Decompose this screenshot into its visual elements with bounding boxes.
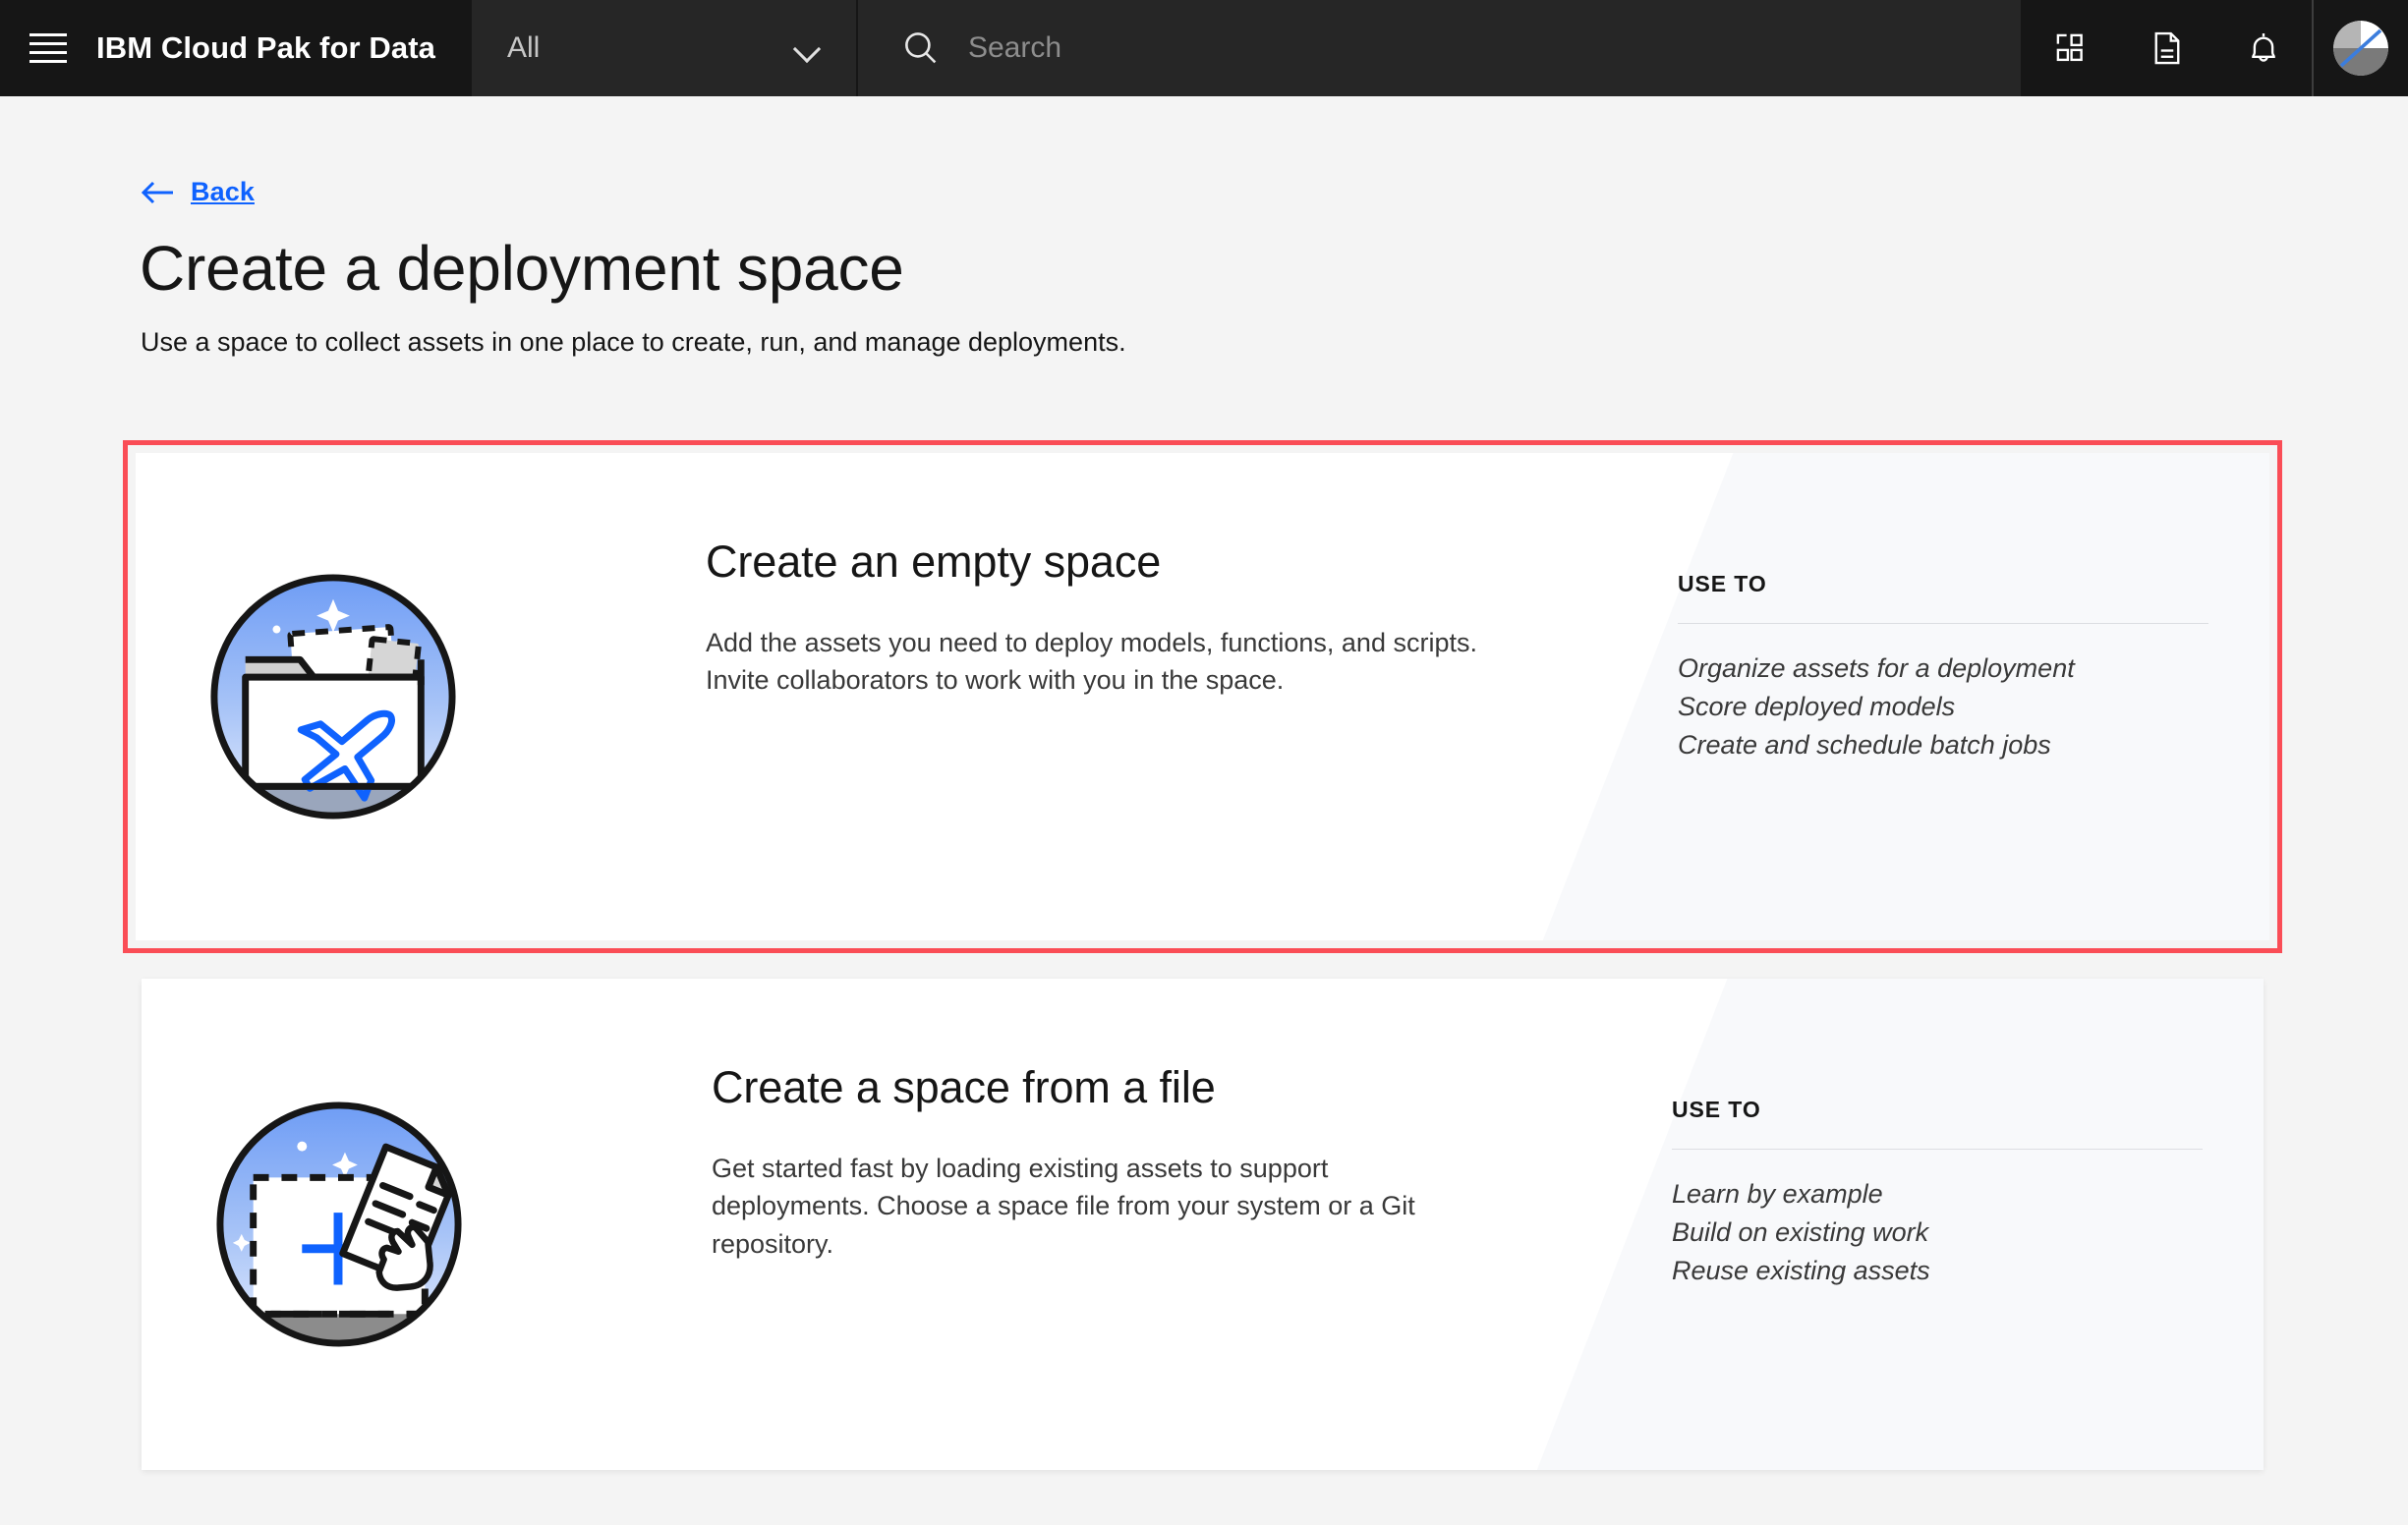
- use-to-divider: [1672, 1149, 2203, 1150]
- back-link[interactable]: Back: [141, 177, 255, 207]
- notifications-button[interactable]: [2215, 0, 2312, 96]
- search-input[interactable]: Search: [968, 31, 1061, 65]
- use-to-section: USE TO Learn by example Build on existin…: [1672, 1097, 2203, 1290]
- scope-dropdown-value: All: [506, 31, 541, 64]
- app-switcher-button[interactable]: [2023, 0, 2119, 96]
- use-to-label: USE TO: [1672, 1097, 1761, 1122]
- avatar-icon: [2333, 21, 2388, 76]
- arrow-left-icon: [141, 180, 175, 205]
- use-to-item: Build on existing work: [1672, 1217, 1929, 1248]
- back-label: Back: [191, 177, 255, 206]
- use-to-item: Score deployed models: [1678, 692, 1956, 722]
- scope-dropdown[interactable]: All: [470, 0, 856, 96]
- header-actions: [2021, 0, 2408, 96]
- card-surface: Create an empty space Add the assets you…: [136, 453, 2269, 940]
- page-content: Back Create a deployment space Use a spa…: [0, 96, 2408, 1525]
- use-to-label: USE TO: [1678, 571, 1767, 596]
- hamburger-menu-button[interactable]: [0, 0, 96, 96]
- card-description: Add the assets you need to deploy models…: [706, 628, 1477, 696]
- dashed-square-file-hand-illustration: [212, 1098, 466, 1351]
- use-to-item: Reuse existing assets: [1672, 1256, 1930, 1286]
- hamburger-menu-icon: [29, 33, 67, 63]
- card-description: Get started fast by loading existing ass…: [712, 1154, 1415, 1259]
- page-title: Create a deployment space: [140, 233, 904, 304]
- use-to-list: Learn by example Build on existing work …: [1672, 1175, 2203, 1290]
- chevron-down-icon: [793, 33, 823, 63]
- page-subtitle: Use a space to collect assets in one pla…: [141, 327, 1126, 357]
- use-to-divider: [1678, 623, 2208, 624]
- search-icon: [901, 28, 941, 68]
- docs-button[interactable]: [2119, 0, 2215, 96]
- global-header: IBM Cloud Pak for Data All Search: [0, 0, 2408, 96]
- card-heading: Create an empty space: [706, 537, 1162, 587]
- create-space-from-file-card[interactable]: Create a space from a file Get started f…: [142, 979, 2264, 1470]
- card-text: Create a space from a file Get started f…: [712, 1061, 1488, 1263]
- use-to-item: Learn by example: [1672, 1179, 1883, 1209]
- use-to-item: Create and schedule batch jobs: [1678, 730, 2051, 761]
- card-text: Create an empty space Add the assets you…: [706, 536, 1482, 700]
- card-heading: Create a space from a file: [712, 1062, 1216, 1112]
- user-avatar-button[interactable]: [2312, 0, 2408, 96]
- app-switcher-icon: [2056, 33, 2083, 62]
- document-icon: [2154, 31, 2180, 65]
- use-to-section: USE TO Organize assets for a deployment …: [1678, 571, 2208, 764]
- brand-title[interactable]: IBM Cloud Pak for Data: [96, 0, 465, 96]
- use-to-item: Organize assets for a deployment: [1678, 653, 2075, 683]
- bell-icon: [2252, 33, 2275, 62]
- card-surface: Create a space from a file Get started f…: [142, 979, 2264, 1470]
- global-search[interactable]: Search: [855, 0, 2021, 96]
- folder-rocket-illustration: [206, 570, 460, 823]
- create-empty-space-card[interactable]: Create an empty space Add the assets you…: [123, 440, 2282, 953]
- use-to-list: Organize assets for a deployment Score d…: [1678, 650, 2208, 764]
